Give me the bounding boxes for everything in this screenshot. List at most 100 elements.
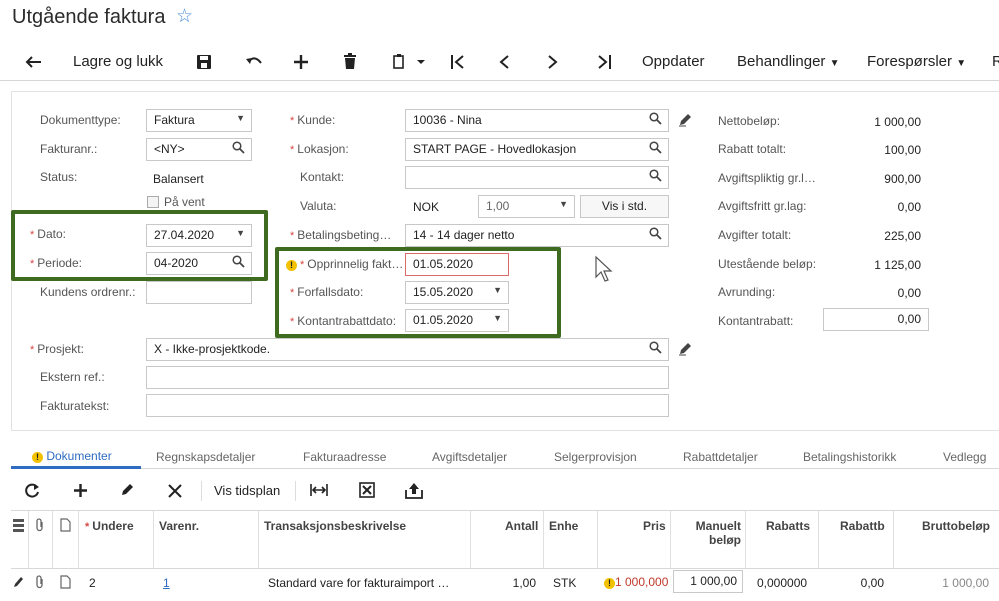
search-icon[interactable] (649, 112, 662, 125)
refresh-icon[interactable] (25, 483, 40, 498)
col-item[interactable]: Varenr. (159, 519, 199, 533)
tab-tax-details[interactable]: Avgiftsdetaljer (432, 450, 507, 464)
currency-value: NOK (413, 200, 440, 214)
col-discount-amount[interactable]: Rabattb (840, 519, 885, 533)
customer-field[interactable]: 10036 - Nina (405, 109, 669, 132)
grid-top-border (11, 510, 999, 511)
view-schedule-button[interactable]: Vis tidsplan (214, 483, 280, 498)
add-icon[interactable] (293, 54, 309, 70)
warning-icon: ! (32, 452, 43, 463)
extref-field[interactable] (146, 366, 669, 389)
inquiries-menu[interactable]: Forespørsler ▼ (867, 53, 966, 70)
attachment-clip-icon[interactable] (34, 575, 45, 589)
next-record-icon[interactable] (547, 54, 559, 70)
col-line-number[interactable]: * Undere (85, 519, 134, 533)
search-icon[interactable] (232, 255, 245, 268)
origdate-field[interactable]: 01.05.2020 (405, 253, 509, 276)
actions-menu[interactable]: Behandlinger ▼ (737, 53, 839, 70)
totals-exempt-value: 0,00 (897, 200, 921, 214)
col-price[interactable]: Pris (643, 519, 666, 533)
cell-manual-amount-input[interactable]: 1 000,00 (673, 570, 743, 593)
discdate-label: * Kontantrabattdato: (290, 314, 397, 328)
discdate-field[interactable]: 01.05.2020 ▼ (405, 309, 509, 332)
custorder-field[interactable] (146, 281, 252, 304)
edit-pencil-icon[interactable] (678, 342, 692, 356)
update-button[interactable]: Oppdater (642, 53, 705, 70)
location-field[interactable]: START PAGE - Hovedlokasjon (405, 138, 669, 161)
back-arrow-icon[interactable] (25, 55, 42, 69)
tab-documents[interactable]: ! Dokumenter (32, 449, 112, 463)
col-manual-amount[interactable]: Manuelt beløp (693, 519, 741, 547)
cell-item-link[interactable]: 1 (163, 576, 170, 590)
invoiceno-field[interactable]: <NY> (146, 138, 252, 161)
search-icon[interactable] (649, 141, 662, 154)
last-record-icon[interactable] (596, 54, 612, 70)
tab-commissions[interactable]: Selgerprovisjon (554, 450, 637, 464)
project-field[interactable]: X - Ikke-prosjektkode. (146, 338, 669, 361)
toolbar-overflow-item[interactable]: R (992, 53, 999, 70)
chevron-down-icon: ▼ (956, 58, 967, 69)
row-selector-icon[interactable] (13, 519, 24, 532)
tab-accounting-details[interactable]: Regnskapsdetaljer (156, 450, 255, 464)
col-gross-amount[interactable]: Bruttobeløp (922, 519, 990, 533)
upload-icon[interactable] (405, 482, 423, 499)
row-edit-pencil-icon[interactable] (13, 576, 24, 588)
totals-rounding-label: Avrunding: (718, 285, 776, 299)
tab-discount-details[interactable]: Rabattdetaljer (683, 450, 758, 464)
invtext-field[interactable] (146, 394, 669, 417)
search-icon[interactable] (649, 169, 662, 182)
contact-field[interactable] (405, 166, 669, 189)
chevron-down-icon: ▼ (493, 313, 502, 323)
favorite-star-icon[interactable]: ☆ (176, 5, 193, 28)
chevron-down-icon: ▼ (236, 113, 245, 123)
date-field[interactable]: 27.04.2020 ▼ (146, 224, 252, 247)
origdate-value: 01.05.2020 (413, 257, 474, 271)
totals-discount-label: Rabatt totalt: (718, 142, 787, 156)
tab-invoice-address[interactable]: Fakturaadresse (303, 450, 386, 464)
search-icon[interactable] (649, 341, 662, 354)
first-record-icon[interactable] (450, 54, 466, 70)
delete-icon[interactable] (343, 53, 357, 70)
note-icon[interactable] (60, 518, 71, 532)
edit-row-icon[interactable] (120, 483, 134, 497)
save-icon[interactable] (196, 54, 212, 70)
totals-exempt-label: Avgiftsfritt gr.lag: (718, 199, 807, 213)
grid-col-divider (818, 511, 819, 569)
totals-taxable-value: 900,00 (884, 172, 921, 186)
rate-field[interactable]: 1,00 ▼ (478, 195, 575, 218)
previous-record-icon[interactable] (498, 54, 510, 70)
tab-payment-history[interactable]: Betalingshistorikk (803, 450, 896, 464)
onhold-checkbox[interactable] (147, 196, 159, 208)
fit-columns-icon[interactable] (310, 483, 328, 497)
export-excel-icon[interactable] (359, 482, 375, 498)
delete-row-icon[interactable] (168, 484, 182, 498)
cell-quantity: 1,00 (512, 576, 536, 590)
search-icon[interactable] (232, 141, 245, 154)
col-line-number-label: Undere (92, 519, 134, 533)
view-base-currency-button[interactable]: Vis i std. (580, 195, 669, 218)
col-discount-percent[interactable]: Rabatts (766, 519, 810, 533)
col-uom[interactable]: Enhe (549, 519, 578, 533)
warning-icon: ! (604, 578, 615, 589)
cash-discount-field[interactable]: 0,00 (823, 308, 929, 331)
duedate-field[interactable]: 15.05.2020 ▼ (405, 281, 509, 304)
copy-paste-icon[interactable] (393, 53, 425, 70)
undo-icon[interactable] (245, 54, 263, 70)
doctype-label: Dokumenttype: (40, 113, 121, 127)
invoiceno-label: Fakturanr.: (40, 142, 98, 156)
col-quantity[interactable]: Antall (505, 519, 538, 533)
add-row-icon[interactable] (73, 483, 88, 498)
period-label-text: Periode: (37, 256, 82, 270)
note-icon[interactable] (60, 575, 71, 589)
tab-attachments[interactable]: Vedlegg (943, 450, 986, 464)
save-close-button[interactable]: Lagre og lukk (73, 53, 163, 70)
grid-col-divider (893, 511, 894, 569)
period-field[interactable]: 04-2020 (146, 252, 252, 275)
attachment-clip-icon[interactable] (34, 518, 45, 532)
doctype-select[interactable]: Faktura ▼ (146, 109, 252, 132)
search-icon[interactable] (649, 227, 662, 240)
discdate-label-text: Kontantrabattdato: (297, 314, 397, 328)
terms-field[interactable]: 14 - 14 dager netto (405, 224, 669, 247)
edit-pencil-icon[interactable] (678, 113, 692, 127)
col-description[interactable]: Transaksjonsbeskrivelse (264, 519, 406, 533)
